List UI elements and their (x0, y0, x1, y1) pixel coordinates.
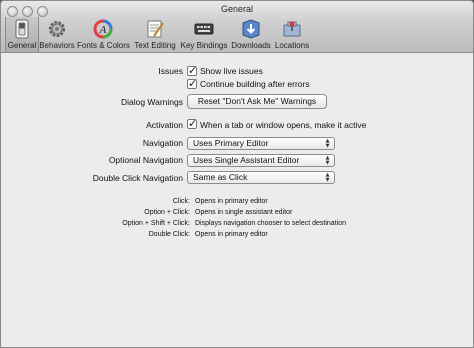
show-live-issues-checkbox[interactable] (187, 64, 197, 77)
tab-label: General (7, 41, 37, 50)
help-desc-option-shift-click: Displays navigation chooser to select de… (195, 220, 346, 227)
optional-navigation-value: Uses Single Assistant Editor (193, 155, 300, 165)
keyboard-icon (194, 19, 214, 39)
double-click-navigation-label: Double Click Navigation (92, 173, 183, 183)
issues-label: Issues (158, 66, 183, 76)
switch-icon (12, 19, 32, 39)
tab-fonts-colors[interactable]: A Fonts & Colors (77, 17, 130, 52)
help-desc-double-click: Opens in primary editor (195, 231, 268, 238)
locations-icon (282, 19, 302, 39)
tab-label: Downloads (231, 41, 271, 50)
activation-label: Activation (146, 120, 183, 130)
up-down-arrows-icon: ▲ ▼ (325, 138, 330, 149)
tab-label: Locations (274, 41, 310, 50)
up-down-arrows-icon: ▲ ▼ (325, 172, 330, 183)
double-click-navigation-popup[interactable]: Same as Click ▲ ▼ (187, 171, 335, 184)
downloads-icon (241, 19, 261, 39)
continue-building-checkbox[interactable] (187, 77, 197, 90)
navigation-popup[interactable]: Uses Primary Editor ▲ ▼ (187, 137, 335, 150)
help-key-double-click: Double Click: (148, 231, 190, 238)
tab-general[interactable]: General (5, 17, 39, 52)
gear-icon (47, 19, 67, 39)
font-color-icon: A (93, 19, 113, 39)
tab-label: Fonts & Colors (77, 41, 130, 50)
title-bar: General General Behaviors A Fonts & Colo… (1, 1, 473, 53)
help-key-option-shift-click: Option + Shift + Click: (122, 220, 190, 227)
tab-text-editing[interactable]: Text Editing (132, 17, 178, 52)
navigation-value: Uses Primary Editor (193, 138, 269, 148)
tab-behaviors[interactable]: Behaviors (39, 17, 75, 52)
show-live-issues-text: Show live issues (200, 66, 263, 76)
navigation-label: Navigation (142, 138, 183, 148)
tab-key-bindings[interactable]: Key Bindings (180, 17, 228, 52)
optional-navigation-popup[interactable]: Uses Single Assistant Editor ▲ ▼ (187, 154, 335, 167)
tab-downloads[interactable]: Downloads (230, 17, 272, 52)
tab-locations[interactable]: Locations (273, 17, 311, 52)
preferences-window: General General Behaviors A Fonts & Colo… (0, 0, 474, 348)
activation-checkbox[interactable] (187, 117, 197, 130)
tab-label: Behaviors (39, 41, 75, 50)
help-key-click: Click: (172, 198, 190, 205)
window-title: General (220, 4, 254, 14)
tab-label: Text Editing (134, 41, 176, 50)
activation-text: When a tab or window opens, make it acti… (200, 120, 367, 130)
text-editing-icon (145, 19, 165, 39)
reset-warnings-button[interactable]: Reset "Don't Ask Me" Warnings (187, 94, 327, 109)
dialog-warnings-label: Dialog Warnings (120, 97, 183, 107)
svg-text:A: A (99, 24, 107, 36)
up-down-arrows-icon: ▲ ▼ (325, 155, 330, 166)
tab-label: Key Bindings (180, 41, 228, 50)
help-key-option-click: Option + Click: (144, 209, 190, 216)
continue-building-text: Continue building after errors (200, 79, 310, 89)
double-click-navigation-value: Same as Click (193, 172, 248, 182)
help-desc-option-click: Opens in single assistant editor (195, 209, 293, 216)
help-desc-click: Opens in primary editor (195, 198, 268, 205)
optional-navigation-label: Optional Navigation (108, 155, 183, 165)
